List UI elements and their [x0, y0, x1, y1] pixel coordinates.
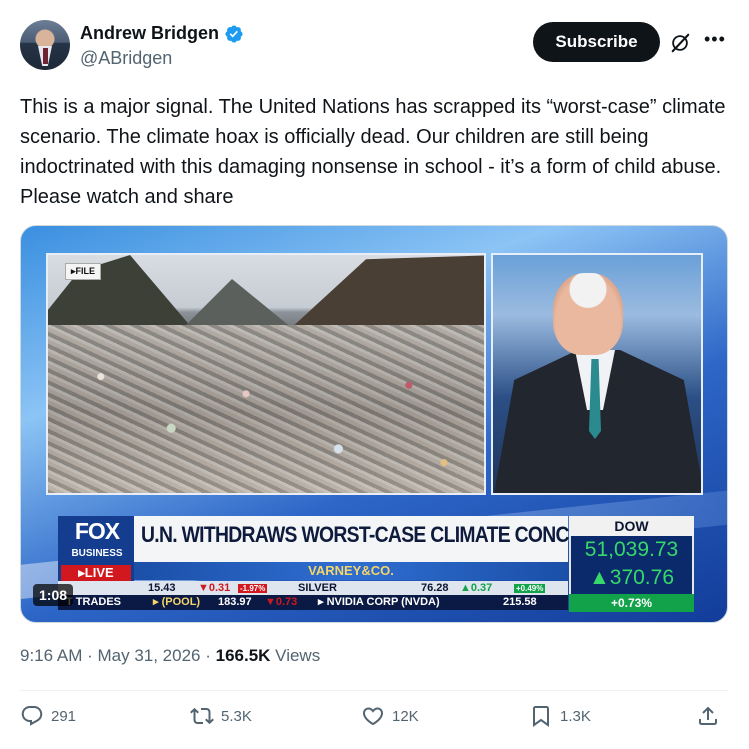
file-footage-panel: ▸FILE: [46, 253, 486, 495]
headline-text: U.N. WITHDRAWS WORST-CASE CLIMATE CONCLU…: [141, 522, 638, 547]
ticker-symbol: ▸ NVIDIA CORP (NVDA): [318, 596, 440, 608]
grok-icon[interactable]: [669, 32, 691, 54]
heart-icon: [362, 707, 384, 726]
avatar-tie: [43, 48, 48, 64]
views-count: 166.5K: [215, 646, 271, 665]
live-badge: ▸LIVE: [61, 565, 131, 581]
views-label: Views: [270, 646, 321, 665]
display-name[interactable]: Andrew Bridgen: [80, 23, 219, 44]
ticker-pct: -1.97%: [238, 584, 268, 593]
share-button[interactable]: [696, 704, 720, 728]
like-button[interactable]: 12K: [361, 704, 419, 728]
show-name: VARNEY&CO.: [308, 563, 394, 578]
mountain: [178, 279, 298, 333]
video-player[interactable]: ▸FILE FOX BUSINESS ▸LIVE U.N. WITHDRAWS …: [20, 225, 728, 623]
meta-separator: ·: [200, 646, 216, 665]
ticker-top: 15.43 ▼0.31 -1.97% SILVER 76.28 ▲0.37 +0…: [58, 581, 568, 595]
dow-percent: +0.73%: [569, 594, 694, 612]
meta-separator: ·: [82, 646, 98, 665]
ticker-value: 215.58: [503, 596, 537, 608]
action-bar: 291 5.3K 12K 1.3K: [20, 704, 728, 734]
reply-count: 291: [51, 707, 77, 725]
tweet-header: Andrew Bridgen @ABridgen Subscribe •••: [20, 20, 730, 74]
network-logo: FOX: [74, 518, 120, 544]
ticker-value: 183.97: [218, 596, 252, 608]
bookmark-button[interactable]: 1.3K: [529, 704, 591, 728]
like-count: 12K: [392, 707, 419, 725]
reply-button[interactable]: 291: [20, 704, 76, 728]
dow-label: DOW: [569, 516, 694, 536]
network-logo-sub: BUSINESS: [71, 548, 123, 559]
video-duration: 1:08: [33, 584, 74, 606]
divider: [20, 690, 728, 691]
ticker-value: 15.43: [148, 582, 176, 594]
ticker-change: ▼0.73: [265, 596, 298, 608]
tweet-time[interactable]: 9:16 AM: [20, 646, 82, 665]
plastic-debris: [48, 325, 484, 493]
anchor-head: [553, 273, 623, 355]
subscribe-button[interactable]: Subscribe: [533, 22, 660, 62]
dow-change: ▲370.76: [588, 566, 674, 589]
bookmark-icon: [533, 706, 549, 727]
ticker-change: ▲0.37: [460, 582, 493, 594]
ticker-symbol: SILVER: [298, 582, 337, 594]
name-row: Andrew Bridgen: [80, 23, 244, 44]
ticker-value: 76.28: [421, 582, 449, 594]
repost-button[interactable]: 5.3K: [190, 704, 252, 728]
ticker-change: ▼0.31: [198, 582, 231, 594]
repost-count: 5.3K: [221, 707, 252, 725]
dow-value: 51,039.73: [584, 538, 679, 561]
verified-badge-icon: [225, 24, 243, 43]
ticker-bottom: T TRADES ▸ (POOL) 183.97 ▼0.73 ▸ NVIDIA …: [58, 595, 568, 610]
tweet-text: This is a major signal. The United Natio…: [20, 96, 726, 208]
ticker-symbol: ▸ (POOL): [153, 596, 201, 608]
ticker-label: T TRADES: [66, 596, 121, 608]
ticker-pct: +0.49%: [514, 584, 546, 593]
share-icon: [699, 706, 717, 725]
file-tag: ▸FILE: [65, 263, 102, 280]
anchor-panel: [491, 253, 703, 495]
tweet-meta: 9:16 AM · May 31, 2026 · 166.5K Views: [20, 646, 320, 666]
more-icon[interactable]: •••: [704, 30, 726, 52]
handle[interactable]: @ABridgen: [80, 48, 172, 69]
avatar[interactable]: [20, 20, 70, 70]
tweet-date[interactable]: May 31, 2026: [97, 646, 200, 665]
repost-icon: [190, 707, 214, 725]
reply-icon: [21, 706, 43, 726]
bookmark-count: 1.3K: [560, 707, 591, 725]
